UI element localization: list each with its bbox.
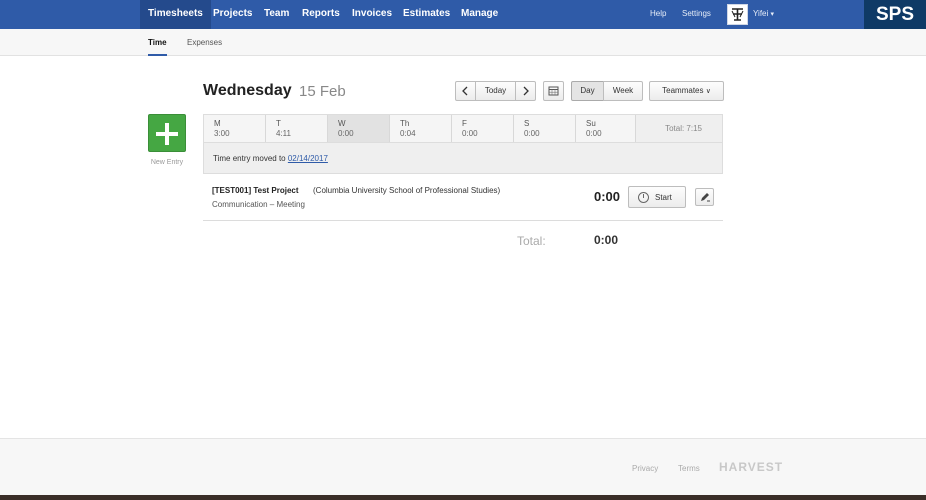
previous-day-button[interactable] bbox=[455, 81, 476, 101]
pencil-icon bbox=[701, 193, 710, 202]
calendar-icon bbox=[548, 86, 559, 96]
today-button[interactable]: Today bbox=[475, 81, 516, 101]
clock-icon bbox=[638, 192, 649, 203]
chevron-right-icon bbox=[523, 86, 529, 96]
week-day-sunday[interactable]: Su 0:00 bbox=[576, 115, 636, 142]
nav-manage[interactable]: Manage bbox=[461, 0, 498, 29]
total-value: 0:00 bbox=[593, 233, 618, 247]
day-date: 15 Feb bbox=[299, 83, 346, 100]
user-menu[interactable]: Yifei ▾ bbox=[753, 0, 774, 29]
week-day-friday[interactable]: F 0:00 bbox=[452, 115, 514, 142]
day-hours: 0:00 bbox=[338, 129, 354, 138]
chevron-down-icon: ▾ bbox=[770, 11, 775, 18]
teammates-label: Teammates bbox=[662, 86, 704, 95]
sps-logo[interactable]: SPS bbox=[864, 0, 926, 29]
week-total: Total: 7:15 bbox=[665, 124, 702, 133]
notice-banner: Time entry moved to 02/14/2017 bbox=[203, 143, 723, 174]
week-day-saturday[interactable]: S 0:00 bbox=[514, 115, 576, 142]
new-entry-label: New Entry bbox=[150, 159, 184, 166]
week-day-thursday[interactable]: Th 0:04 bbox=[390, 115, 452, 142]
chevron-down-icon: ∨ bbox=[705, 88, 711, 95]
day-hours: 0:00 bbox=[524, 129, 540, 138]
day-hours: 3:00 bbox=[214, 129, 230, 138]
entry-duration: 0:00 bbox=[593, 189, 620, 204]
day-name: T bbox=[276, 119, 281, 128]
tab-expenses[interactable]: Expenses bbox=[187, 29, 222, 56]
next-day-button[interactable] bbox=[515, 81, 536, 101]
day-name: S bbox=[524, 119, 530, 128]
start-label: Start bbox=[655, 193, 672, 202]
notice-date-link[interactable]: 02/14/2017 bbox=[288, 154, 328, 163]
nav-reports[interactable]: Reports bbox=[302, 0, 340, 29]
week-day-tuesday[interactable]: T 4:11 bbox=[266, 115, 328, 142]
nav-invoices[interactable]: Invoices bbox=[352, 0, 392, 29]
week-view-button[interactable]: Week bbox=[603, 81, 643, 101]
harvest-logo[interactable]: HARVEST bbox=[719, 460, 783, 474]
day-name: W bbox=[338, 119, 346, 128]
entry-project: [TEST001] Test Project bbox=[212, 186, 299, 195]
help-link[interactable]: Help bbox=[650, 0, 666, 29]
day-hours: 0:00 bbox=[462, 129, 478, 138]
top-nav: Timesheets Projects Team Reports Invoice… bbox=[0, 0, 926, 29]
chevron-left-icon bbox=[462, 86, 468, 96]
teammates-dropdown[interactable]: Teammates ∨ bbox=[649, 81, 724, 101]
notice-text: Time entry moved to bbox=[213, 154, 286, 163]
nav-projects[interactable]: Projects bbox=[213, 0, 252, 29]
tab-time[interactable]: Time bbox=[148, 29, 167, 56]
day-name: Th bbox=[400, 119, 410, 128]
calendar-button[interactable] bbox=[543, 81, 564, 101]
day-hours: 0:04 bbox=[400, 129, 416, 138]
day-hours: 4:11 bbox=[276, 129, 291, 138]
total-label: Total: bbox=[517, 234, 546, 248]
settings-link[interactable]: Settings bbox=[682, 0, 711, 29]
day-view-button[interactable]: Day bbox=[571, 81, 604, 101]
start-timer-button[interactable]: Start bbox=[628, 186, 686, 208]
footer: Privacy Terms HARVEST bbox=[0, 438, 926, 495]
sub-nav: Time Expenses bbox=[0, 29, 926, 56]
day-name: F bbox=[462, 119, 467, 128]
time-entry-row: [TEST001] Test Project (Columbia Univers… bbox=[203, 175, 723, 221]
week-day-monday[interactable]: M 3:00 bbox=[204, 115, 266, 142]
entry-task: Communication – Meeting bbox=[212, 200, 305, 209]
week-day-wednesday[interactable]: W 0:00 bbox=[328, 115, 390, 142]
nav-timesheets[interactable]: Timesheets bbox=[140, 0, 211, 29]
new-entry-button[interactable] bbox=[148, 114, 186, 152]
day-hours: 0:00 bbox=[586, 129, 602, 138]
day-title: Wednesday bbox=[203, 82, 292, 99]
background-strip bbox=[0, 495, 926, 500]
avatar[interactable] bbox=[727, 4, 748, 25]
entry-client: (Columbia University School of Professio… bbox=[313, 186, 501, 195]
edit-entry-button[interactable] bbox=[695, 188, 714, 206]
nav-team[interactable]: Team bbox=[264, 0, 289, 29]
nav-estimates[interactable]: Estimates bbox=[403, 0, 450, 29]
day-name: Su bbox=[586, 119, 596, 128]
day-name: M bbox=[214, 119, 221, 128]
terms-link[interactable]: Terms bbox=[678, 464, 700, 473]
user-name: Yifei bbox=[753, 9, 769, 18]
week-strip: M 3:00 T 4:11 W 0:00 Th 0:04 F 0:00 S 0:… bbox=[203, 114, 723, 143]
privacy-link[interactable]: Privacy bbox=[632, 464, 658, 473]
